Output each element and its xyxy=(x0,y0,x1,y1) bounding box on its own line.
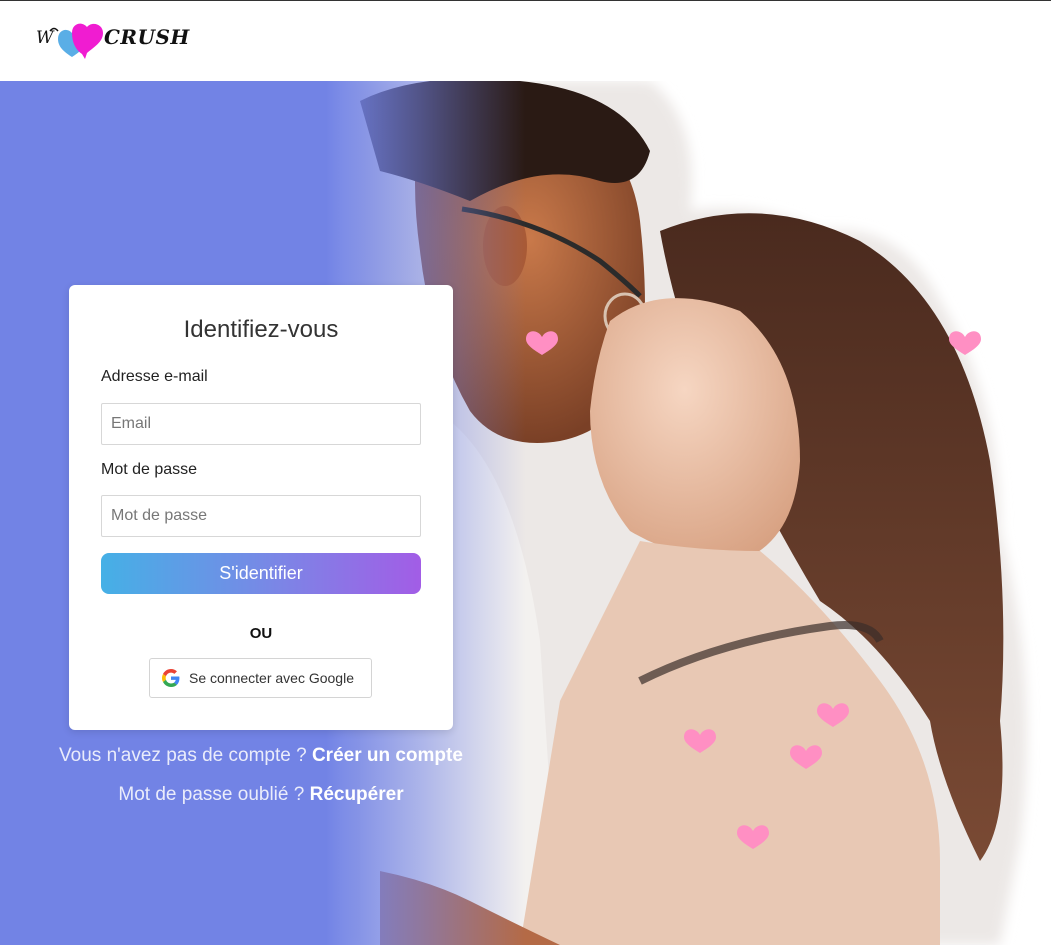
svg-text:W: W xyxy=(36,28,55,48)
signup-line: Vous n'avez pas de compte ? Créer un com… xyxy=(0,745,522,767)
create-account-link[interactable]: Créer un compte xyxy=(312,745,463,766)
brand-name: CRUSH xyxy=(104,25,190,49)
or-divider: OU xyxy=(249,625,273,642)
google-signin-label: Se connecter avec Google xyxy=(189,670,354,686)
recover-password-link[interactable]: Récupérer xyxy=(310,784,404,805)
email-label: Adresse e-mail xyxy=(101,368,208,385)
recover-line: Mot de passe oublié ? Récupérer xyxy=(0,784,522,806)
google-g-icon xyxy=(162,669,180,687)
site-header: W CRUSH xyxy=(0,1,1051,81)
signup-prompt: Vous n'avez pas de compte ? xyxy=(59,745,307,766)
email-field[interactable] xyxy=(101,403,421,445)
recover-prompt: Mot de passe oublié ? xyxy=(118,784,305,805)
login-card: Identifiez-vous Adresse e-mail Mot de pa… xyxy=(69,285,453,730)
password-label: Mot de passe xyxy=(101,461,198,478)
login-button[interactable]: S'identifier xyxy=(101,553,421,594)
page-title: Identifiez-vous xyxy=(183,316,339,343)
google-signin-button[interactable]: Se connecter avec Google xyxy=(149,658,372,698)
password-field[interactable] xyxy=(101,495,421,537)
